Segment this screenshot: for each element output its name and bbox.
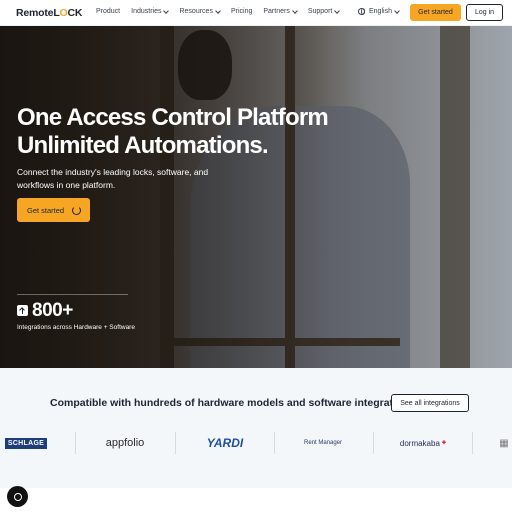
dormakaba-logo: dormakaba ✚: [388, 428, 458, 458]
logo-divider: [373, 432, 374, 454]
remotelock-logo[interactable]: RemoteLOCK: [16, 7, 82, 19]
logo-text-ck: CK: [67, 7, 83, 19]
nav-label: Pricing: [230, 8, 253, 15]
logo-divider: [75, 432, 76, 454]
logo-text-remote: Remote: [16, 7, 54, 19]
dormakaba-logo-text: dormakaba: [399, 438, 440, 448]
nav-label: Support: [307, 8, 333, 15]
login-button[interactable]: Log in: [466, 4, 503, 21]
integrations-count: 800+: [32, 300, 73, 321]
nav-item-product[interactable]: Product: [96, 8, 120, 15]
logo-o-mark: O: [59, 7, 68, 19]
partial-logo-icon: ▦: [499, 437, 509, 449]
yardi-logo: YARDI: [206, 436, 244, 450]
hero-title-line-1: One Access Control Platform: [17, 104, 329, 131]
language-selector[interactable]: English: [358, 7, 400, 15]
chevron-down-icon: [394, 7, 400, 14]
chevron-down-icon: [291, 7, 298, 14]
chat-icon: [13, 492, 22, 501]
chat-widget-button[interactable]: [7, 486, 28, 507]
hero-title: One Access Control Platform Unlimited Au…: [17, 104, 329, 160]
nav-label: Partners: [263, 8, 290, 15]
dormakaba-mark: ✚: [441, 440, 447, 446]
nav-menu: Product Industries Resources Pricing Par…: [96, 7, 350, 15]
stat-divider: [17, 294, 128, 295]
get-started-button[interactable]: Get started: [410, 4, 461, 21]
nav-label: Industries: [131, 8, 162, 15]
chevron-down-icon: [163, 7, 170, 14]
hero-cta-label: Get started: [27, 205, 65, 215]
hero-subtitle: Connect the industry's leading locks, so…: [17, 167, 209, 190]
schlage-logo: SCHLAGE: [4, 428, 48, 458]
integrations-label: Integrations across Hardware + Software: [17, 324, 135, 331]
chevron-down-icon: [215, 7, 221, 14]
next-section: [0, 488, 512, 512]
schlage-logo-text: SCHLAGE: [4, 437, 48, 449]
language-label: English: [369, 8, 392, 15]
hero-overlay: [0, 26, 512, 368]
logo-divider: [472, 432, 473, 454]
arrow-up-icon: [17, 305, 28, 316]
chevron-down-icon: [334, 7, 341, 14]
globe-icon: [358, 8, 365, 15]
hero-section: One Access Control Platform Unlimited Au…: [0, 26, 512, 368]
logo-divider: [274, 432, 275, 454]
top-navigation: RemoteLOCK Product Industries Resources …: [0, 0, 512, 26]
hero-title-line-2: Unlimited Automations.: [17, 132, 269, 159]
hero-get-started-button[interactable]: Get started: [17, 198, 90, 222]
nav-label: Resources: [179, 8, 213, 15]
see-all-integrations-button[interactable]: See all integrations: [391, 394, 469, 412]
nav-label: Product: [96, 8, 121, 15]
logo-divider: [175, 432, 176, 454]
nav-item-support[interactable]: Support: [307, 7, 341, 15]
refresh-icon: [72, 206, 81, 215]
compatibility-title: Compatible with hundreds of hardware mod…: [50, 397, 418, 409]
nav-item-industries[interactable]: Industries: [131, 7, 170, 15]
appfolio-logo: appfolio: [105, 437, 145, 449]
partner-logos: SCHLAGE appfolio YARDI Rent Manager dorm…: [0, 428, 512, 458]
rent-manager-logo: Rent Manager: [303, 440, 343, 446]
nav-item-pricing[interactable]: Pricing: [231, 8, 252, 15]
nav-item-resources[interactable]: Resources: [179, 7, 221, 15]
nav-item-partners[interactable]: Partners: [263, 7, 298, 15]
